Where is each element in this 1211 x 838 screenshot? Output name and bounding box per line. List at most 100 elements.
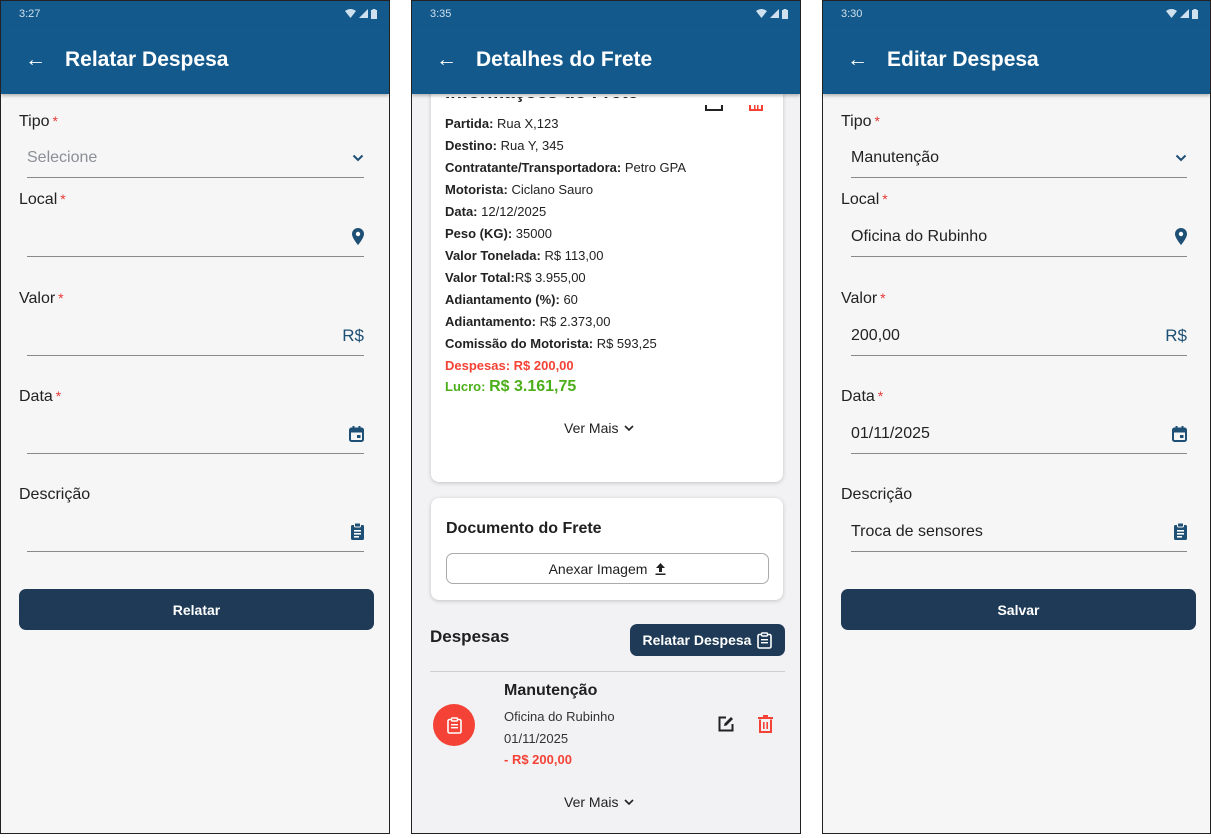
page-title: Detalhes do Frete <box>476 48 653 71</box>
tipo-label: Tipo * <box>19 113 58 131</box>
ver-mais-text: Ver Mais <box>564 420 619 436</box>
frete-card-title: Informações do Frete <box>445 97 638 104</box>
expense-list-item[interactable]: Manutenção Oficina do Rubinho 01/11/2025… <box>412 682 800 778</box>
data-input[interactable]: 01/11/2025 <box>851 414 1187 454</box>
tipo-select[interactable]: Manutenção <box>851 138 1187 178</box>
info-value: Petro GPA <box>621 160 687 175</box>
info-key: Comissão do Motorista: <box>445 336 594 351</box>
expense-valor: - R$ 200,00 <box>504 752 572 767</box>
salvar-button[interactable]: Salvar <box>841 589 1196 630</box>
documento-card: Documento do Frete Anexar Imagem <box>431 498 783 600</box>
info-key: Adiantamento: <box>445 314 536 329</box>
local-input[interactable] <box>27 217 364 257</box>
required-asterisk: * <box>60 191 66 207</box>
lucro-value: R$ 3.161,75 <box>489 378 577 395</box>
clipboard-icon <box>757 631 773 649</box>
info-key: Partida: <box>445 116 494 131</box>
location-pin-icon <box>1175 228 1187 245</box>
info-value: Rua X,123 <box>493 116 559 131</box>
clipboard-icon <box>351 523 364 540</box>
descricao-input[interactable] <box>27 512 364 552</box>
local-input[interactable]: Oficina do Rubinho <box>851 217 1187 257</box>
status-icons <box>1166 8 1198 19</box>
section-divider <box>430 671 785 672</box>
back-arrow-icon[interactable]: ← <box>847 48 879 72</box>
required-asterisk: * <box>877 388 884 404</box>
trash-icon[interactable] <box>758 715 773 738</box>
descricao-input[interactable]: Troca de sensores <box>851 512 1187 552</box>
ver-mais-link-2[interactable]: Ver Mais <box>564 794 635 810</box>
relatar-button[interactable]: Relatar <box>19 589 374 630</box>
currency-suffix: R$ <box>342 325 364 345</box>
info-lucro: Lucro: R$ 3.161,75 <box>445 378 576 396</box>
info-key: Destino: <box>445 138 497 153</box>
data-label: Data * <box>841 388 883 406</box>
info-motorista: Motorista: Ciclano Sauro <box>445 182 593 197</box>
info-key: Motorista: <box>445 182 508 197</box>
valor-input[interactable]: R$ <box>27 316 364 356</box>
info-key: Valor Tonelada: <box>445 248 541 263</box>
anexar-imagem-button[interactable]: Anexar Imagem <box>446 553 769 584</box>
status-bar: 3:27 <box>1 1 389 26</box>
status-icons <box>756 8 788 19</box>
wifi-icon <box>345 9 356 18</box>
required-asterisk: * <box>55 388 62 404</box>
lucro-label: Lucro: <box>445 379 486 394</box>
expense-local: Oficina do Rubinho <box>504 709 615 724</box>
back-arrow-icon[interactable]: ← <box>436 48 468 72</box>
frete-info-card: Informações do Frete Partida: Rua X,123 … <box>431 94 783 482</box>
info-adiantamento: Adiantamento: R$ 2.373,00 <box>445 314 610 329</box>
status-icons <box>345 8 377 19</box>
info-value: Rua Y, 345 <box>497 138 564 153</box>
valor-input[interactable]: 200,00 R$ <box>851 316 1187 356</box>
tipo-placeholder: Selecione <box>27 148 98 166</box>
ver-mais-link[interactable]: Ver Mais <box>564 420 635 436</box>
info-value: R$ 113,00 <box>540 248 604 263</box>
calendar-icon[interactable] <box>349 425 364 442</box>
scroll-content[interactable]: Informações do Frete Partida: Rua X,123 … <box>412 94 800 833</box>
wifi-icon <box>756 9 767 18</box>
info-value: 35000 <box>512 226 552 241</box>
data-input[interactable] <box>27 414 364 454</box>
info-data: Data: 12/12/2025 <box>445 204 546 219</box>
info-value: R$ 593,25 <box>593 336 657 351</box>
status-time: 3:27 <box>19 7 41 20</box>
battery-icon <box>782 8 788 19</box>
chevron-down-icon <box>624 425 635 431</box>
data-label-text: Data <box>841 388 875 405</box>
info-comissao: Comissão do Motorista: R$ 593,25 <box>445 336 657 351</box>
app-bar: ← Editar Despesa <box>823 26 1210 94</box>
expense-category-icon <box>433 704 475 746</box>
info-contratante: Contratante/Transportadora: Petro GPA <box>445 160 686 175</box>
back-arrow-icon[interactable]: ← <box>25 48 57 72</box>
currency-suffix: R$ <box>1165 325 1187 345</box>
data-value: 01/11/2025 <box>851 424 930 442</box>
wifi-icon <box>1166 9 1177 18</box>
local-label: Local * <box>841 191 888 209</box>
valor-label: Valor * <box>19 290 64 308</box>
info-adiantamento-pct: Adiantamento (%): 60 <box>445 292 578 307</box>
signal-icon <box>1180 9 1189 18</box>
required-asterisk: * <box>882 191 888 207</box>
info-key: Valor Total: <box>445 270 515 285</box>
valor-value: 200,00 <box>851 326 900 344</box>
tipo-label-text: Tipo <box>841 113 872 130</box>
required-asterisk: * <box>874 113 880 129</box>
info-partida: Partida: Rua X,123 <box>445 116 558 131</box>
descricao-label: Descrição <box>841 486 913 503</box>
info-value: Ciclano Sauro <box>507 182 594 197</box>
status-bar: 3:30 <box>823 1 1210 26</box>
ver-mais-text: Ver Mais <box>564 794 619 810</box>
chevron-down-icon <box>624 799 635 805</box>
tipo-select[interactable]: Selecione <box>27 138 364 178</box>
edit-icon[interactable] <box>718 716 734 737</box>
info-destino: Destino: Rua Y, 345 <box>445 138 564 153</box>
trash-icon[interactable] <box>749 98 763 116</box>
info-value: R$ 2.373,00 <box>536 314 611 329</box>
calendar-icon[interactable] <box>1172 425 1187 442</box>
page-title: Relatar Despesa <box>65 48 229 71</box>
edit-icon[interactable] <box>705 98 723 116</box>
tipo-label-text: Tipo <box>19 113 50 130</box>
status-bar: 3:35 <box>412 1 800 26</box>
relatar-despesa-button[interactable]: Relatar Despesa <box>630 624 785 656</box>
